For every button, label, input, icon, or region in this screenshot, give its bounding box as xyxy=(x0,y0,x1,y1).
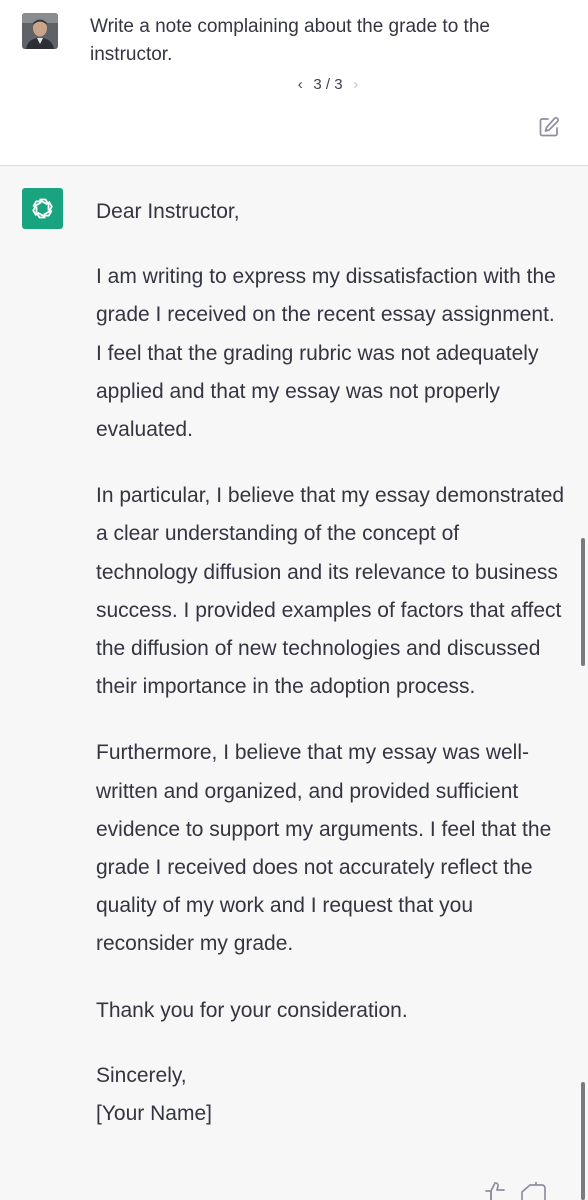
openai-logo-icon xyxy=(22,188,63,229)
thumbs-down-icon[interactable] xyxy=(516,1182,550,1200)
chevron-left-icon[interactable]: ‹ xyxy=(291,76,309,93)
edit-pencil-icon[interactable] xyxy=(538,116,560,138)
chevron-right-icon[interactable]: › xyxy=(347,76,365,93)
letter-greeting: Dear Instructor, xyxy=(96,200,240,223)
user-prompt-text: Write a note complaining about the grade… xyxy=(90,16,490,65)
thumbs-up-icon[interactable] xyxy=(484,1182,508,1200)
letter-closing: Sincerely, xyxy=(96,1063,187,1087)
assistant-message-body: Dear Instructor, I am writing to express… xyxy=(96,193,566,1133)
pager-label: 3 / 3 xyxy=(313,76,343,93)
scrollbar-thumb[interactable] xyxy=(581,538,585,666)
assistant-message-section: Dear Instructor, I am writing to express… xyxy=(0,166,588,1200)
letter-paragraph: Thank you for your consideration. xyxy=(96,998,408,1022)
feedback-buttons xyxy=(480,1180,588,1200)
letter-paragraph: Furthermore, I believe that my essay was… xyxy=(96,741,552,956)
letter-signature: [Your Name] xyxy=(96,1102,212,1126)
letter-paragraph: I am writing to express my dissatisfacti… xyxy=(96,265,556,442)
user-message-section: Write a note complaining about the grade… xyxy=(0,0,588,166)
response-pager: ‹ 3 / 3 › xyxy=(0,76,588,93)
letter-paragraph: In particular, I believe that my essay d… xyxy=(96,484,565,699)
user-avatar xyxy=(22,13,58,49)
